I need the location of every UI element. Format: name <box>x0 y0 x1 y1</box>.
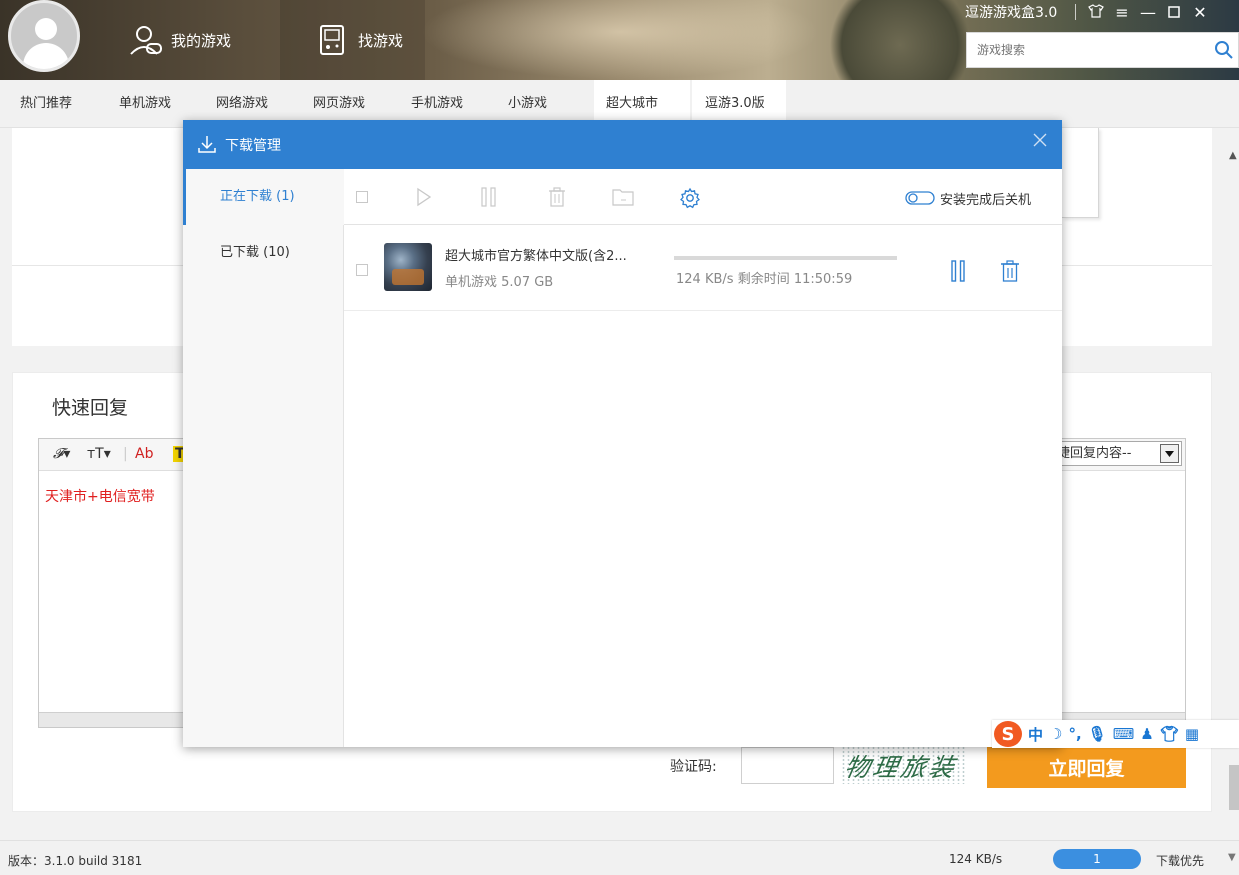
game-search-box <box>966 32 1239 68</box>
task-remaining-time: 11:50:59 <box>793 272 853 287</box>
user-tools-icon[interactable]: ♟ <box>1140 725 1153 743</box>
font-color-button[interactable]: Ab <box>135 446 153 462</box>
open-folder-icon[interactable] <box>612 187 634 211</box>
menu-icon[interactable]: ≡ <box>1109 3 1135 22</box>
dialog-close-icon[interactable] <box>1032 132 1048 152</box>
scroll-up-arrow-icon[interactable]: ▲ <box>1229 150 1237 161</box>
handheld-console-icon <box>312 20 352 60</box>
search-icon[interactable] <box>1214 40 1234 64</box>
game-thumbnail <box>384 243 432 291</box>
task-speed-info: 124 KB/s 剩余时间 11:50:59 <box>676 268 852 287</box>
task-delete-icon[interactable] <box>1000 260 1020 286</box>
status-speed: 124 KB/s <box>949 852 1003 866</box>
scrollbar-thumb[interactable] <box>1229 765 1239 810</box>
search-input[interactable] <box>967 33 1197 67</box>
maximize-icon[interactable] <box>1161 3 1187 22</box>
reply-text[interactable]: 天津市+电信宽带 <box>45 486 155 506</box>
nav-my-games[interactable]: 我的游戏 <box>125 0 275 80</box>
category-single[interactable]: 单机游戏 <box>119 80 171 128</box>
microphone-icon[interactable]: 🎙︎ <box>1088 725 1107 743</box>
font-family-button[interactable]: 𝓕▾ <box>53 446 70 462</box>
task-game-name: 超大城市官方繁体中文版(含2... <box>445 249 627 264</box>
nav-find-games-label: 找游戏 <box>358 31 404 50</box>
task-speed: 124 KB/s <box>676 272 734 287</box>
version-label: 版本：3.1.0 build 3181 <box>8 854 143 868</box>
download-priority-select[interactable]: 下载优先 <box>1156 852 1204 869</box>
ime-toolbar: S 中 ☽ °, 🎙︎ ⌨ ♟ 👕︎ ▦ <box>992 720 1239 748</box>
app-brand: 逗游游戏盒3.0 <box>965 5 1058 21</box>
settings-gear-icon[interactable] <box>679 187 701 213</box>
priority-chevron-icon[interactable]: ▼ <box>1228 852 1236 863</box>
keyboard-icon[interactable]: ⌨ <box>1113 725 1135 743</box>
grid-menu-icon[interactable]: ▦ <box>1185 725 1199 743</box>
dialog-titlebar: 下载管理 <box>183 120 1062 169</box>
chevron-down-icon[interactable] <box>1160 444 1179 463</box>
font-size-button[interactable]: ᴛT▾ <box>87 446 111 462</box>
skin-icon[interactable] <box>1083 3 1109 22</box>
task-pause-icon[interactable] <box>950 260 966 286</box>
quick-reply-select[interactable]: 捷回复内容-- <box>1050 441 1182 466</box>
user-avatar[interactable] <box>8 0 80 72</box>
pause-all-icon[interactable] <box>480 187 498 211</box>
quick-reply-title: 快速回复 <box>52 397 129 419</box>
task-size: 5.07 GB <box>501 275 554 290</box>
download-task-row: 超大城市官方繁体中文版(含2... 单机游戏 5.07 GB 124 KB/s … <box>344 225 1062 311</box>
sogou-logo-icon[interactable]: S <box>994 721 1022 747</box>
ime-language-toggle[interactable]: 中 <box>1028 724 1043 745</box>
tab-downloaded[interactable]: 已下载 (10) <box>183 225 344 281</box>
captcha-image[interactable]: 物理旅装 <box>841 746 967 784</box>
toolbar-divider: | <box>123 446 128 462</box>
dialog-title: 下载管理 <box>225 138 281 154</box>
submit-reply-button[interactable]: 立即回复 <box>987 746 1186 788</box>
quick-reply-select-value: 捷回复内容-- <box>1057 446 1132 461</box>
task-meta: 单机游戏 5.07 GB <box>445 271 553 290</box>
avatar-body <box>23 43 69 69</box>
nav-find-games[interactable]: 找游戏 <box>280 0 425 80</box>
start-icon[interactable] <box>416 187 432 211</box>
nav-my-games-label: 我的游戏 <box>171 31 232 50</box>
task-category: 单机游戏 <box>445 275 498 290</box>
dialog-sidebar: 正在下载 (1) 已下载 (10) <box>183 169 344 747</box>
gamepad-user-icon <box>125 20 165 60</box>
tab-downloading[interactable]: 正在下载 (1) <box>183 169 344 225</box>
captcha-text: 物理旅装 <box>842 753 960 782</box>
download-manager-dialog: 下载管理 正在下载 (1) 已下载 (10) 安装完成后关机 超大城市官方繁体中… <box>183 120 1062 747</box>
shutdown-toggle-icon[interactable] <box>905 191 935 209</box>
captcha-label: 验证码: <box>670 759 717 775</box>
header-divider <box>1075 4 1076 20</box>
download-count-badge[interactable]: 1 <box>1053 849 1141 869</box>
popup-card-edge <box>1062 128 1099 218</box>
delete-all-icon[interactable] <box>547 187 567 211</box>
shutdown-after-install-label[interactable]: 安装完成后关机 <box>940 189 1031 208</box>
moon-icon[interactable]: ☽ <box>1049 725 1062 743</box>
app-header: 我的游戏 找游戏 逗游游戏盒3.0 ≡ — ✕ <box>0 0 1239 80</box>
window-controls: ≡ — ✕ <box>1083 0 1213 24</box>
download-icon <box>197 134 217 158</box>
punctuation-icon[interactable]: °, <box>1068 725 1081 743</box>
minimize-icon[interactable]: — <box>1135 3 1161 22</box>
category-hot[interactable]: 热门推荐 <box>20 80 72 128</box>
skin-shirt-icon[interactable]: 👕︎ <box>1160 725 1179 743</box>
status-bar: 版本：3.1.0 build 3181 124 KB/s 1 下载优先 ▼ <box>0 840 1239 875</box>
select-all-checkbox[interactable] <box>356 191 368 203</box>
close-window-icon[interactable]: ✕ <box>1187 3 1213 22</box>
dialog-toolbar: 安装完成后关机 <box>344 169 1062 225</box>
task-remaining-label: 剩余时间 <box>737 272 790 287</box>
captcha-input[interactable] <box>741 747 834 784</box>
task-progress-bar <box>674 256 897 260</box>
avatar-head <box>35 18 57 40</box>
task-checkbox[interactable] <box>356 264 368 276</box>
